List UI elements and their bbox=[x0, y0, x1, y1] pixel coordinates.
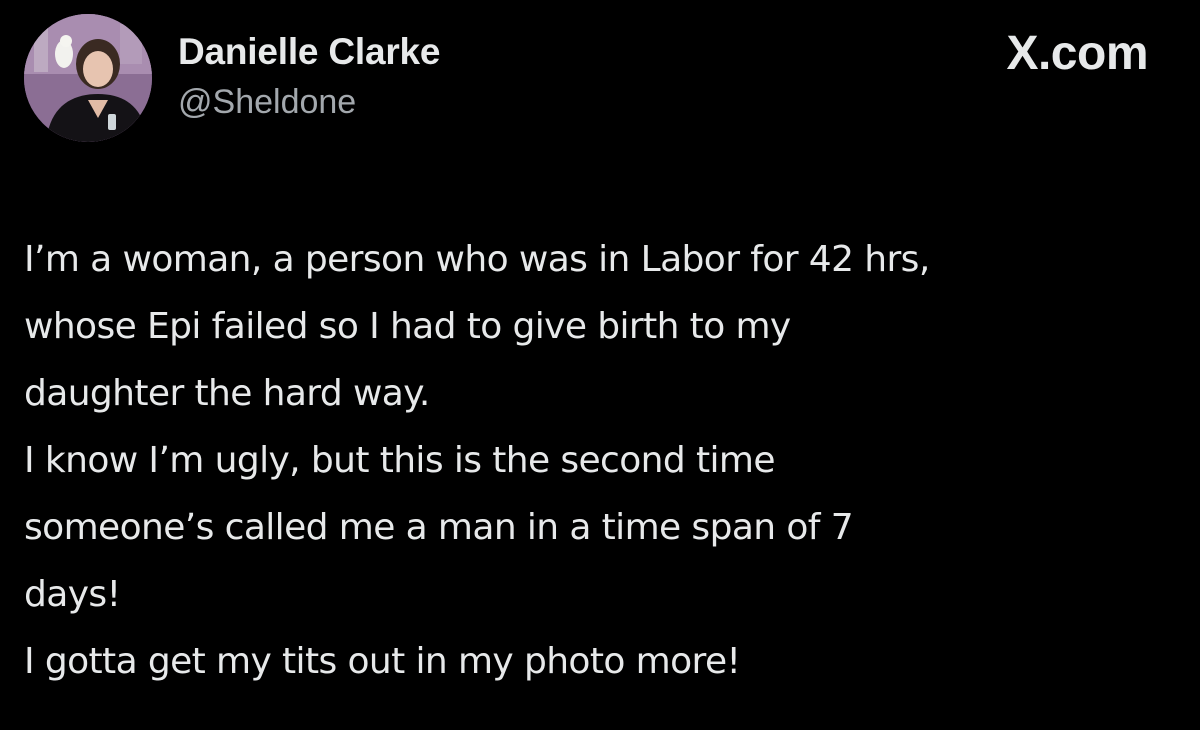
tweet-card: Danielle Clarke @Sheldone X.com I’m a wo… bbox=[0, 0, 1200, 730]
tweet-text: I’m a woman, a person who was in Labor f… bbox=[24, 226, 1174, 695]
user-handle[interactable]: @Sheldone bbox=[178, 82, 440, 122]
tweet-text-line: I gotta get my tits out in my photo more… bbox=[24, 641, 741, 682]
display-name[interactable]: Danielle Clarke bbox=[178, 30, 441, 74]
tweet-text-line: someone’s called me a man in a time span… bbox=[24, 507, 854, 548]
avatar[interactable] bbox=[24, 14, 152, 142]
tweet-text-line: I’m a woman, a person who was in Labor f… bbox=[24, 239, 930, 280]
x-logo-label: X.com bbox=[1006, 27, 1148, 80]
tweet-text-line: daughter the hard way. bbox=[24, 373, 430, 414]
user-block: Danielle Clarke @Sheldone bbox=[178, 30, 441, 122]
tweet-text-line: I know I’m ugly, but this is the second … bbox=[24, 440, 776, 481]
tweet-header: Danielle Clarke @Sheldone X.com bbox=[0, 0, 1200, 160]
avatar-photo bbox=[24, 14, 152, 142]
tweet-text-line: days! bbox=[24, 574, 121, 615]
tweet-text-line: whose Epi failed so I had to give birth … bbox=[24, 306, 791, 347]
